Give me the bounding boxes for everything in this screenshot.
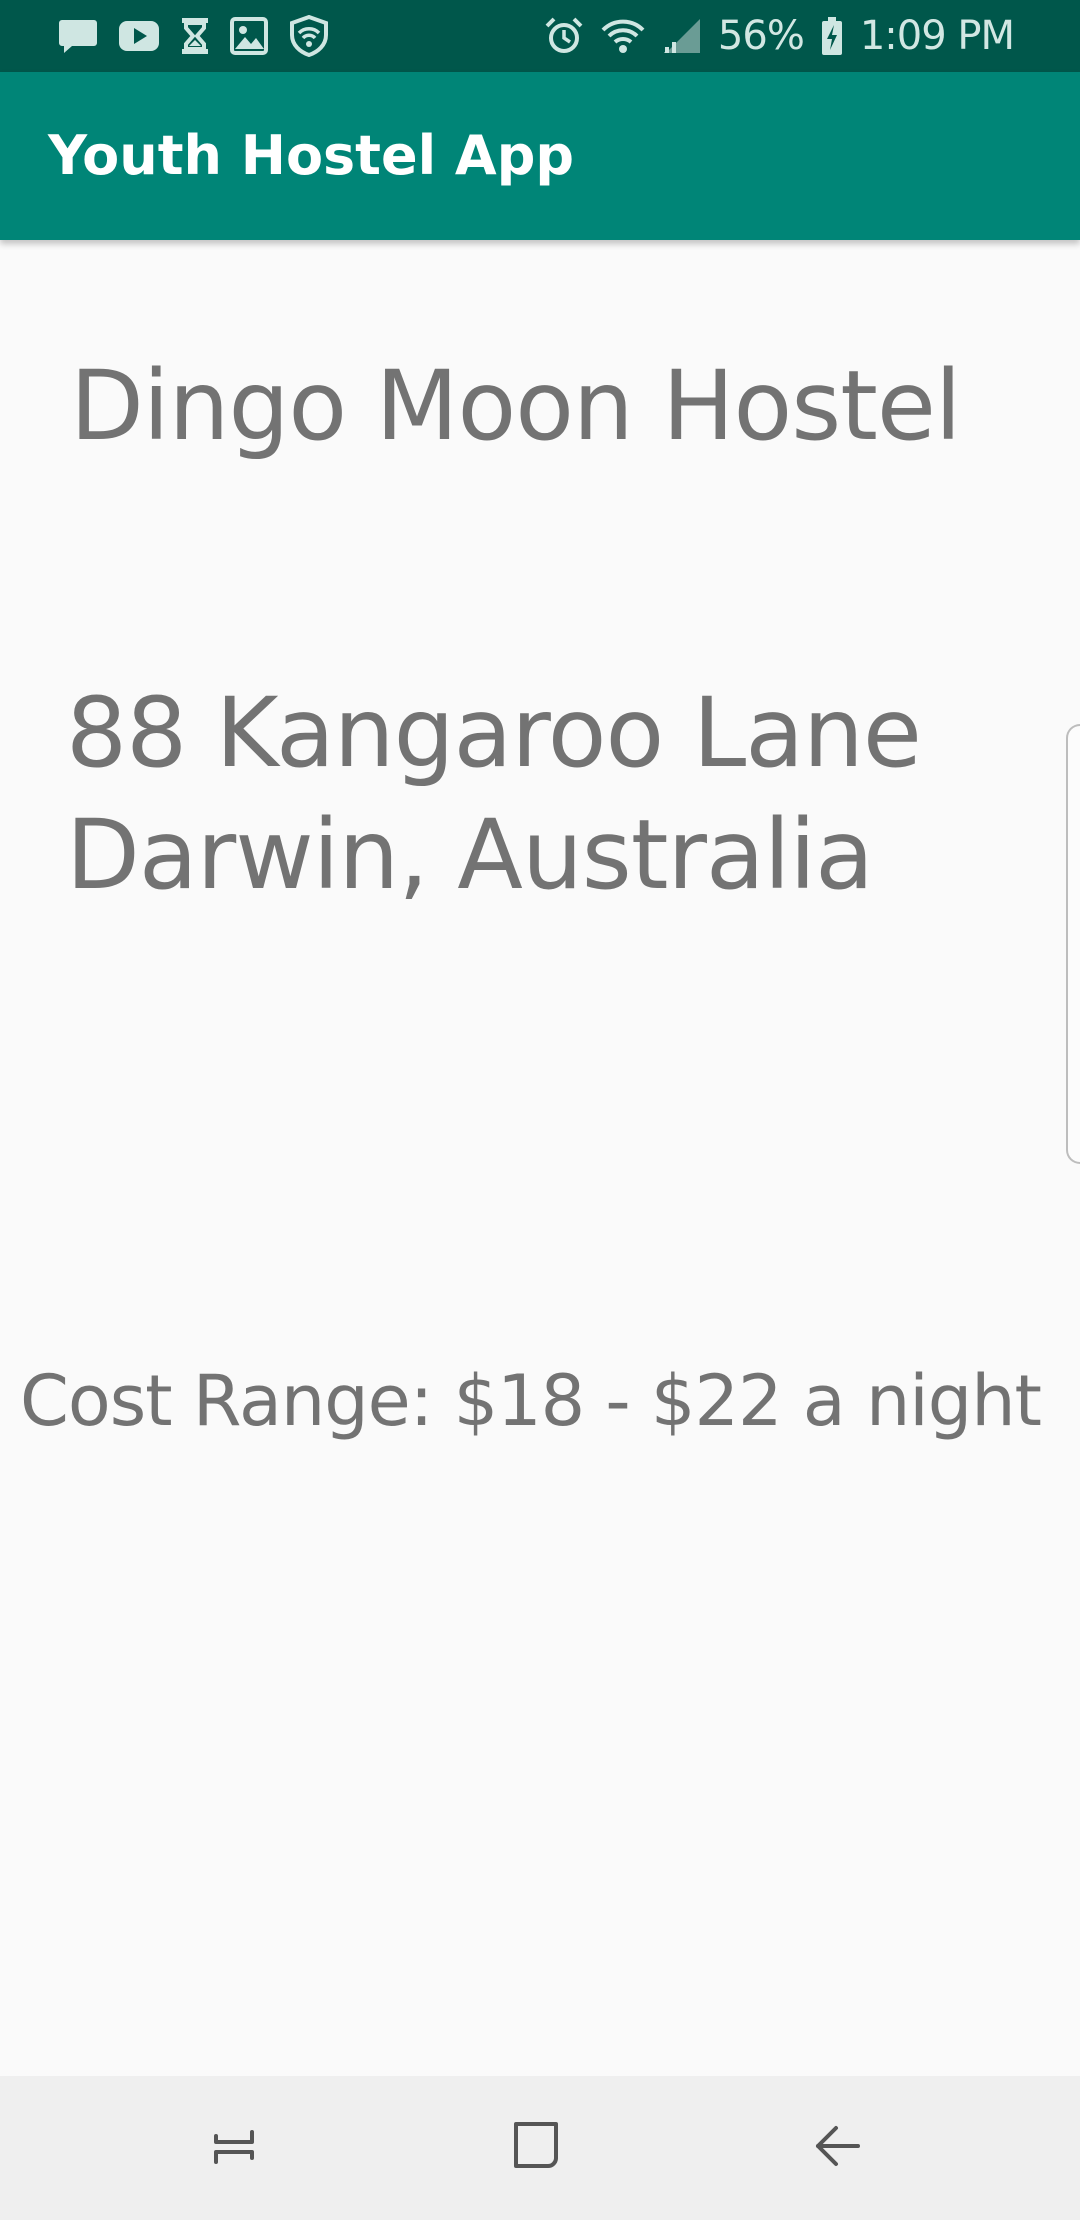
hostel-address: 88 Kangaroo Lane Darwin, Australia [66, 672, 922, 916]
screen: 56% 1:09 PM Youth Hostel App Dingo Moon … [0, 0, 1080, 2220]
wifi-icon [600, 17, 646, 55]
address-line-1: 88 Kangaroo Lane [66, 677, 922, 789]
youtube-icon [118, 19, 160, 53]
recent-apps-icon [206, 2118, 262, 2179]
app-bar: Youth Hostel App [0, 72, 1080, 240]
message-icon [58, 17, 98, 55]
system-status: 56% 1:09 PM [544, 10, 1015, 62]
signal-icon [662, 17, 702, 55]
home-icon [508, 2118, 564, 2179]
back-icon [810, 2118, 866, 2179]
app-title: Youth Hostel App [48, 124, 575, 187]
hostel-name: Dingo Moon Hostel [70, 350, 962, 462]
notification-icons [58, 14, 330, 58]
edge-panel-handle[interactable] [1066, 724, 1080, 1164]
cost-range: Cost Range: $18 - $22 a night [20, 1360, 1042, 1442]
shield-wifi-icon [288, 15, 330, 57]
status-bar: 56% 1:09 PM [0, 0, 1080, 72]
address-line-2: Darwin, Australia [66, 799, 874, 911]
back-button[interactable] [788, 2098, 888, 2198]
home-button[interactable] [486, 2098, 586, 2198]
battery-charging-icon [820, 16, 844, 56]
clock: 1:09 PM [859, 13, 1015, 59]
battery-percent: 56% [717, 13, 805, 59]
navigation-bar [0, 2076, 1080, 2220]
alarm-icon [544, 16, 584, 56]
recent-apps-button[interactable] [184, 2098, 284, 2198]
hourglass-icon [180, 17, 210, 55]
image-icon [230, 17, 268, 55]
